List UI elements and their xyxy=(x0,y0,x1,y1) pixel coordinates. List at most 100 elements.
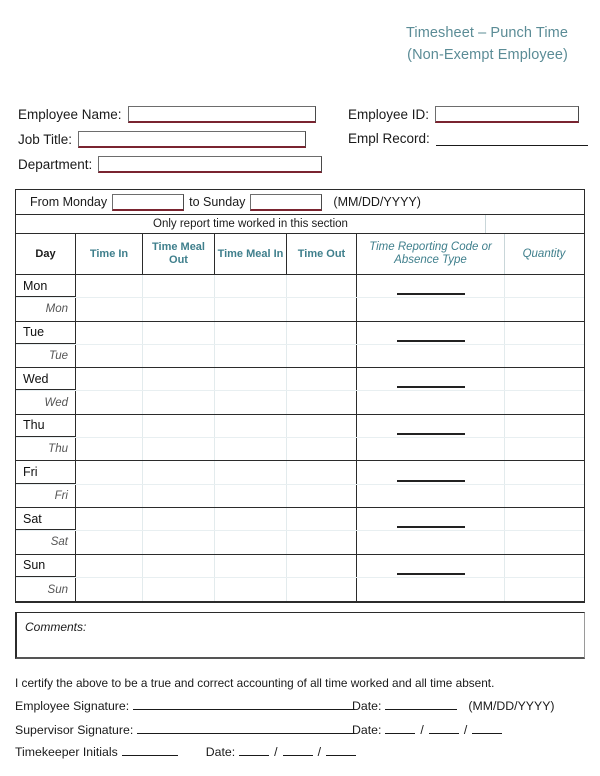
timekeeper-date-month-input[interactable] xyxy=(239,744,270,756)
reporting-code-cell[interactable] xyxy=(357,484,505,507)
time-meal-in-cell[interactable] xyxy=(215,368,287,391)
time-meal-out-cell[interactable] xyxy=(143,438,215,461)
time-in-cell[interactable] xyxy=(76,531,143,554)
time-meal-out-cell[interactable] xyxy=(143,507,215,531)
comments-box[interactable]: Comments: xyxy=(15,612,585,659)
employee-name-input[interactable] xyxy=(127,106,316,123)
time-meal-in-cell[interactable] xyxy=(215,391,287,414)
time-in-cell[interactable] xyxy=(76,484,143,507)
time-in-cell[interactable] xyxy=(76,368,143,391)
time-meal-in-cell[interactable] xyxy=(215,461,287,484)
time-meal-in-cell[interactable] xyxy=(215,507,287,531)
reporting-code-cell[interactable] xyxy=(357,321,505,344)
time-meal-in-cell[interactable] xyxy=(215,531,287,554)
time-out-cell[interactable] xyxy=(287,554,357,577)
timekeeper-date-year-input[interactable] xyxy=(326,744,356,756)
quantity-cell[interactable] xyxy=(505,391,583,413)
time-in-cell[interactable] xyxy=(76,507,143,531)
time-meal-out-cell[interactable] xyxy=(143,344,215,368)
time-meal-in-cell[interactable] xyxy=(215,577,287,602)
time-out-cell[interactable] xyxy=(287,484,357,507)
time-in-cell[interactable] xyxy=(76,414,143,438)
time-out-cell[interactable] xyxy=(287,344,357,368)
supervisor-date-year-input[interactable] xyxy=(472,722,503,734)
reporting-code-cell[interactable] xyxy=(357,344,505,368)
time-out-cell[interactable] xyxy=(287,577,357,602)
quantity-cell[interactable] xyxy=(505,368,583,390)
time-in-cell[interactable] xyxy=(76,275,143,298)
time-meal-out-cell[interactable] xyxy=(143,321,215,344)
time-meal-out-cell[interactable] xyxy=(143,414,215,438)
time-meal-out-cell[interactable] xyxy=(143,484,215,507)
reporting-code-cell[interactable] xyxy=(357,461,505,484)
reporting-code-cell[interactable] xyxy=(357,577,505,602)
time-out-cell[interactable] xyxy=(287,321,357,344)
time-meal-out-cell[interactable] xyxy=(143,298,215,321)
quantity-cell[interactable] xyxy=(505,508,583,530)
time-out-cell[interactable] xyxy=(287,531,357,554)
time-meal-in-cell[interactable] xyxy=(215,414,287,438)
time-meal-in-cell[interactable] xyxy=(215,484,287,507)
quantity-cell[interactable] xyxy=(505,555,583,577)
reporting-code-cell[interactable] xyxy=(357,368,505,391)
time-meal-out-cell[interactable] xyxy=(143,368,215,391)
reporting-code-cell[interactable] xyxy=(357,414,505,438)
supervisor-date-month-input[interactable] xyxy=(385,722,416,734)
time-meal-in-cell[interactable] xyxy=(215,321,287,344)
week-to-input[interactable] xyxy=(250,193,323,211)
quantity-cell[interactable] xyxy=(505,438,583,460)
time-out-cell[interactable] xyxy=(287,298,357,321)
quantity-cell[interactable] xyxy=(505,485,583,507)
time-out-cell[interactable] xyxy=(287,438,357,461)
employee-signature-input[interactable] xyxy=(133,698,356,710)
quantity-cell[interactable] xyxy=(505,531,583,553)
time-in-cell[interactable] xyxy=(76,321,143,344)
empl-record-input[interactable] xyxy=(435,132,588,146)
quantity-cell[interactable] xyxy=(505,298,583,320)
supervisor-date-day-input[interactable] xyxy=(428,722,459,734)
time-out-cell[interactable] xyxy=(287,368,357,391)
time-out-cell[interactable] xyxy=(287,414,357,438)
time-in-cell[interactable] xyxy=(76,577,143,602)
time-out-cell[interactable] xyxy=(287,391,357,414)
timekeeper-date-day-input[interactable] xyxy=(282,744,313,756)
time-meal-out-cell[interactable] xyxy=(143,461,215,484)
supervisor-signature-input[interactable] xyxy=(137,722,356,734)
quantity-cell[interactable] xyxy=(505,322,583,344)
reporting-code-cell[interactable] xyxy=(357,554,505,577)
reporting-code-cell[interactable] xyxy=(357,298,505,321)
reporting-code-cell[interactable] xyxy=(357,275,505,298)
quantity-cell[interactable] xyxy=(505,345,583,367)
time-meal-in-cell[interactable] xyxy=(215,554,287,577)
department-input[interactable] xyxy=(98,156,323,173)
timekeeper-initials-input[interactable] xyxy=(121,744,178,756)
time-meal-in-cell[interactable] xyxy=(215,438,287,461)
time-in-cell[interactable] xyxy=(76,461,143,484)
job-title-input[interactable] xyxy=(78,131,307,148)
reporting-code-cell[interactable] xyxy=(357,391,505,414)
quantity-cell[interactable] xyxy=(505,415,583,437)
reporting-code-cell[interactable] xyxy=(357,531,505,554)
employee-id-input[interactable] xyxy=(435,106,580,123)
time-meal-in-cell[interactable] xyxy=(215,344,287,368)
time-meal-out-cell[interactable] xyxy=(143,275,215,298)
time-in-cell[interactable] xyxy=(76,391,143,414)
reporting-code-cell[interactable] xyxy=(357,507,505,531)
quantity-cell[interactable] xyxy=(505,461,583,483)
employee-date-input[interactable] xyxy=(385,698,458,710)
time-in-cell[interactable] xyxy=(76,344,143,368)
time-out-cell[interactable] xyxy=(287,275,357,298)
time-in-cell[interactable] xyxy=(76,554,143,577)
time-meal-out-cell[interactable] xyxy=(143,554,215,577)
time-out-cell[interactable] xyxy=(287,461,357,484)
time-meal-out-cell[interactable] xyxy=(143,531,215,554)
time-in-cell[interactable] xyxy=(76,298,143,321)
time-meal-in-cell[interactable] xyxy=(215,298,287,321)
time-in-cell[interactable] xyxy=(76,438,143,461)
quantity-cell[interactable] xyxy=(505,578,583,601)
time-meal-in-cell[interactable] xyxy=(215,275,287,298)
quantity-cell[interactable] xyxy=(505,275,583,297)
reporting-code-cell[interactable] xyxy=(357,438,505,461)
time-meal-out-cell[interactable] xyxy=(143,577,215,602)
week-from-input[interactable] xyxy=(112,193,185,211)
